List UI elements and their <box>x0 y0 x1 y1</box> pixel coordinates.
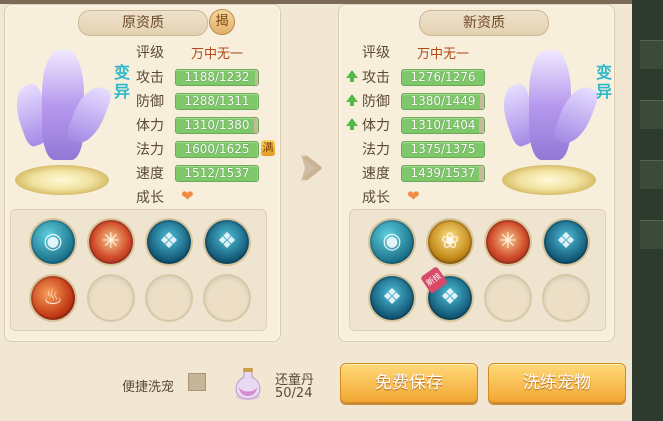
up-arrow-icon <box>346 94 358 106</box>
stat-bar: 1310/1404 <box>401 117 485 134</box>
stat-bar: 1439/1537 <box>401 165 485 182</box>
skill-glyph-icon: ❖ <box>217 229 237 254</box>
quick-wash-label: 便捷洗宠 <box>122 380 175 395</box>
pet-pedestal <box>15 165 109 195</box>
stat-label: 攻击 <box>362 70 390 86</box>
variant-tag: 变 异 <box>595 63 612 101</box>
skill-glyph-icon: ❀ <box>440 229 460 254</box>
up-arrow-icon <box>346 118 358 130</box>
new-aptitude-panel: 新资质 评级 万中无一 攻击 1276/1276 防御 1380/1449 体力 1310… <box>338 4 615 342</box>
empty-skill-slot[interactable] <box>544 276 588 320</box>
skill-icon[interactable]: ♨ <box>31 276 75 320</box>
skill-icon[interactable]: ✳ <box>89 220 133 264</box>
skill-icon[interactable]: ◉ <box>31 220 75 264</box>
background-scene <box>632 0 663 421</box>
pet-model <box>8 45 114 195</box>
heart-icon: ❤ <box>407 187 420 205</box>
skill-icon[interactable]: ❖ <box>544 220 588 264</box>
potion-icon <box>235 368 261 400</box>
skill-glyph-icon: ✳ <box>101 229 121 254</box>
stat-label: 防御 <box>136 94 164 110</box>
rank-label: 评级 <box>362 45 390 61</box>
wash-pet-button[interactable]: 洗练宠物 <box>488 363 626 403</box>
skill-glyph-icon: ❖ <box>556 229 576 254</box>
growth-label: 成长 <box>136 190 164 206</box>
skill-grid: ◉ ✳ ❖ ❖ ♨ <box>10 209 267 331</box>
stat-value: 1188/1232 <box>184 70 250 84</box>
skill-icon[interactable]: ❀ <box>428 220 472 264</box>
skill-icon[interactable]: ❖ <box>147 220 191 264</box>
stat-bar: 1380/1449 <box>401 93 485 110</box>
stat-label: 体力 <box>362 118 390 134</box>
skill-icon[interactable]: ✳ <box>486 220 530 264</box>
panel-title: 原资质 <box>78 10 208 36</box>
empty-skill-slot[interactable] <box>205 276 249 320</box>
pet-model <box>495 45 601 195</box>
stat-value: 1512/1537 <box>184 166 250 180</box>
stat-label: 速度 <box>136 166 164 182</box>
stat-bar: 1512/1537 <box>175 165 259 182</box>
skill-glyph-icon: ♨ <box>43 285 63 310</box>
skill-icon[interactable]: ◉ <box>370 220 414 264</box>
skill-grid: ◉ ❀ ✳ ❖ ❖ ❖ 新技 <box>349 209 606 331</box>
chevron-right-icon <box>301 154 322 182</box>
stat-bar: 1288/1311 <box>175 93 259 110</box>
stat-value: 1380/1449 <box>410 94 476 108</box>
empty-skill-slot[interactable] <box>147 276 191 320</box>
stat-bar: 1188/1232 <box>175 69 259 86</box>
stat-bar: 1375/1375 <box>401 141 485 158</box>
skill-glyph-icon: ❖ <box>159 229 179 254</box>
empty-skill-slot[interactable] <box>486 276 530 320</box>
skill-glyph-icon: ❖ <box>382 285 402 310</box>
rank-value: 万中无一 <box>417 47 470 62</box>
skill-glyph-icon: ✳ <box>498 229 518 254</box>
stat-value: 1600/1625 <box>184 142 250 156</box>
stat-label: 法力 <box>136 142 164 158</box>
stat-value: 1375/1375 <box>410 142 476 156</box>
skill-glyph-icon: ◉ <box>43 229 63 254</box>
skill-glyph-icon: ◉ <box>382 229 402 254</box>
quick-wash-checkbox[interactable] <box>188 373 206 391</box>
heart-icon: ❤ <box>181 187 194 205</box>
stat-value: 1310/1380 <box>184 118 250 132</box>
stat-bar: 1310/1380 <box>175 117 259 134</box>
item-count: 50/24 <box>275 386 313 401</box>
max-badge: 满 <box>261 140 275 156</box>
skill-icon[interactable]: ❖ <box>205 220 249 264</box>
stat-value: 1288/1311 <box>184 94 250 108</box>
up-arrow-icon <box>346 70 358 82</box>
stat-label: 防御 <box>362 94 390 110</box>
stat-label: 体力 <box>136 118 164 134</box>
stat-value: 1276/1276 <box>410 70 476 84</box>
reveal-button[interactable]: 揭 <box>209 9 235 35</box>
stat-bar: 1276/1276 <box>401 69 485 86</box>
stat-value: 1439/1537 <box>410 166 476 180</box>
empty-skill-slot[interactable] <box>89 276 133 320</box>
stat-label: 速度 <box>362 166 390 182</box>
growth-label: 成长 <box>362 190 390 206</box>
free-save-button[interactable]: 免费保存 <box>340 363 478 403</box>
rank-label: 评级 <box>136 45 164 61</box>
stat-value: 1310/1404 <box>410 118 476 132</box>
variant-tag: 变 异 <box>113 63 130 101</box>
pet-wash-window: 原资质 揭 变 异 评级 万中无一 攻击 1188/1232 防御 1288/1311… <box>0 0 663 421</box>
rank-value: 万中无一 <box>191 47 244 62</box>
stat-label: 攻击 <box>136 70 164 86</box>
stat-bar: 1600/1625 <box>175 141 259 158</box>
original-aptitude-panel: 原资质 揭 变 异 评级 万中无一 攻击 1188/1232 防御 1288/1311… <box>4 4 281 342</box>
pet-pedestal <box>502 165 596 195</box>
stat-label: 法力 <box>362 142 390 158</box>
panel-title: 新资质 <box>419 10 549 36</box>
skill-icon[interactable]: ❖ <box>370 276 414 320</box>
